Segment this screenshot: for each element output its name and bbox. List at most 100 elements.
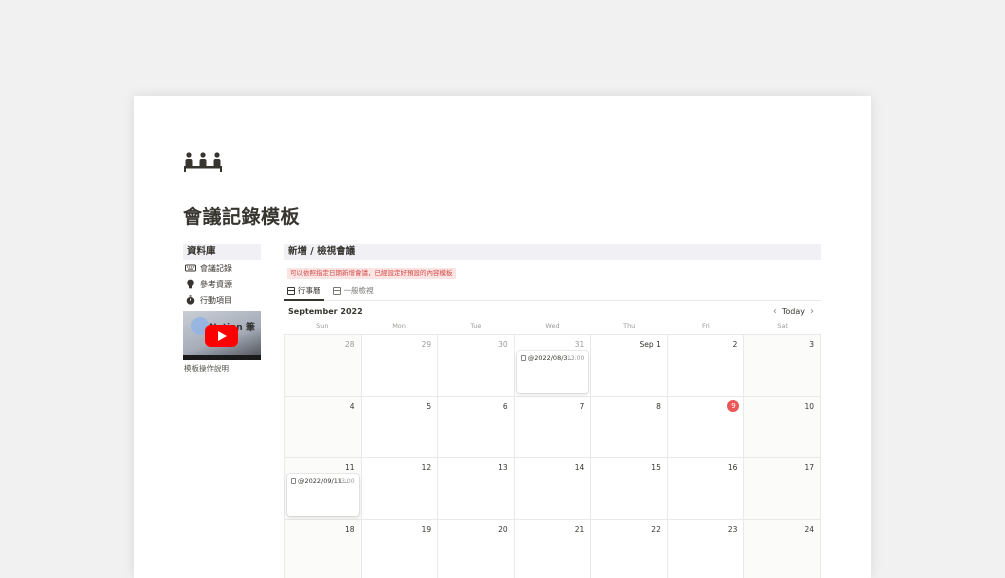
calendar-day-cell[interactable]: 11 @2022/09/11... 13:00 [285,458,362,520]
event-time: 13:00 [566,354,585,362]
chevron-left-icon[interactable]: ‹ [768,306,782,316]
weekday-label: Thu [623,322,636,330]
weekday-label: Sat [777,322,788,330]
day-number: 30 [498,340,508,349]
weekday-row: Sun Mon Tue Wed Thu Fri Sat [284,322,821,334]
day-number: 17 [804,463,814,472]
calendar-day-cell[interactable]: 13 [438,458,515,520]
calendar-day-cell[interactable]: 14 [514,458,592,520]
calendar-day-cell[interactable]: 24 [744,519,821,578]
day-number: 29 [421,340,432,349]
calendar-day-cell[interactable]: 17 [744,458,821,520]
tab-label: 行事曆 [298,286,321,295]
link-action-items[interactable]: 行動項目 [183,292,261,308]
link-reference-resources[interactable]: 參考資源 [183,276,261,292]
calendar-day-cell[interactable]: 2 [667,335,745,397]
notion-page: 會議記錄模板 資料庫 會議記錄 參考資源 行動項目 筆 模板操作說明 新增 / … [134,96,871,578]
calendar-day-cell[interactable]: 23 [668,519,745,578]
event-card[interactable]: @2022/08/3... 13:00 [516,351,589,393]
people-meeting-icon [184,152,222,172]
calendar-day-cell[interactable]: 31 @2022/08/3... 13:00 [514,335,592,397]
day-number: 14 [574,463,585,472]
calendar-day-cell[interactable]: 16 [667,458,745,520]
event-card[interactable]: @2022/09/11... 13:00 [287,474,359,516]
calendar-day-cell[interactable]: 3 [744,335,821,397]
view-tabs: 行事曆 一般檢視 [284,285,821,301]
link-label: 行動項目 [200,295,232,305]
page-doc-icon [520,355,526,361]
chevron-right-icon[interactable]: › [805,306,819,316]
weekday-label: Wed [545,322,560,330]
day-number: 4 [349,401,355,411]
calendar-icon [287,286,295,295]
stopwatch-icon [186,295,195,305]
database-panel: 資料庫 會議記錄 參考資源 行動項目 筆 模板操作說明 [183,244,261,374]
day-number: 6 [502,401,508,411]
calendar-header: September 2022 ‹ Today › [284,302,821,322]
day-number: 11 [345,463,355,472]
section-header: 新增 / 檢視會議 [284,244,821,260]
calendar-day-cell[interactable]: 21 [515,519,592,578]
day-number: 16 [727,463,738,472]
today-button[interactable]: Today [782,307,805,316]
link-label: 參考資源 [200,279,232,289]
weekday-label: Tue [470,322,482,330]
day-number: 8 [656,401,661,411]
day-number: 2 [732,340,738,349]
calendar-grid: 28 29 30 31 @2022/08/3... 13:00 Sep 1234567891… [284,334,821,578]
highlight-note: 可以依照指定日期新增會議，已經設定好預設的內容模板 [287,268,456,279]
link-label: 會議記錄 [200,263,232,273]
page-doc-icon [291,478,296,484]
calendar-day-cell[interactable]: 28 [285,335,362,397]
day-number: 18 [345,524,355,534]
day-number: Sep 1 [639,340,661,349]
day-number: 12 [421,463,432,472]
calendar-day-cell[interactable]: 9 [667,396,745,458]
calendar-day-cell[interactable]: 12 [361,458,439,520]
tab-label: 一般檢視 [343,286,374,295]
weekday-label: Sun [316,322,329,330]
day-number: 22 [651,524,661,534]
event-time: 13:00 [337,477,355,485]
day-number: 19 [421,524,432,534]
table-icon [332,286,341,295]
calendar-day-cell[interactable]: Sep 1 [591,335,668,397]
tutorial-video-embed[interactable]: Notion 筆記 [183,311,261,360]
video-progress-bar [183,355,261,360]
keyboard-icon [185,264,196,272]
page-title: 會議記錄模板 [183,206,301,228]
day-number: 24 [804,524,814,534]
calendar-day-cell[interactable]: 7 [514,396,592,458]
calendar-day-cell[interactable]: 5 [361,396,439,458]
day-number: 31 [574,340,585,349]
day-number: 10 [804,401,814,411]
calendar-day-cell[interactable]: 10 [744,396,821,458]
day-number: 5 [426,401,432,411]
day-number: 21 [574,524,585,534]
calendar-day-cell[interactable]: 18 [285,519,362,578]
lightbulb-icon [187,279,194,289]
calendar-day-cell[interactable]: 30 [438,335,515,397]
link-meeting-records[interactable]: 會議記錄 [183,260,261,276]
calendar-day-cell[interactable]: 6 [438,396,515,458]
calendar-day-cell[interactable]: 8 [591,396,668,458]
calendar-nav: ‹ Today › [768,306,819,316]
calendar-day-cell[interactable]: 22 [591,519,668,578]
day-number: 28 [345,340,355,349]
calendar-day-cell[interactable]: 29 [361,335,439,397]
youtube-play-icon[interactable] [205,325,238,347]
day-number: 15 [651,463,661,472]
day-number: 3 [809,340,814,349]
day-number: 13 [498,463,508,472]
weekday-label: Mon [392,322,406,330]
calendar-day-cell[interactable]: 15 [591,458,668,520]
day-number: 20 [498,524,508,534]
calendar-day-cell[interactable]: 19 [362,519,439,578]
tab-calendar[interactable]: 行事曆 [284,285,324,301]
database-header: 資料庫 [183,244,261,260]
calendar-day-cell[interactable]: 4 [285,396,362,458]
tab-table-view[interactable]: 一般檢視 [330,285,377,300]
meetings-section: 新增 / 檢視會議 可以依照指定日期新增會議，已經設定好預設的內容模板 行事曆 … [284,244,821,578]
video-caption: 模板操作說明 [184,364,229,373]
calendar-day-cell[interactable]: 20 [438,519,515,578]
